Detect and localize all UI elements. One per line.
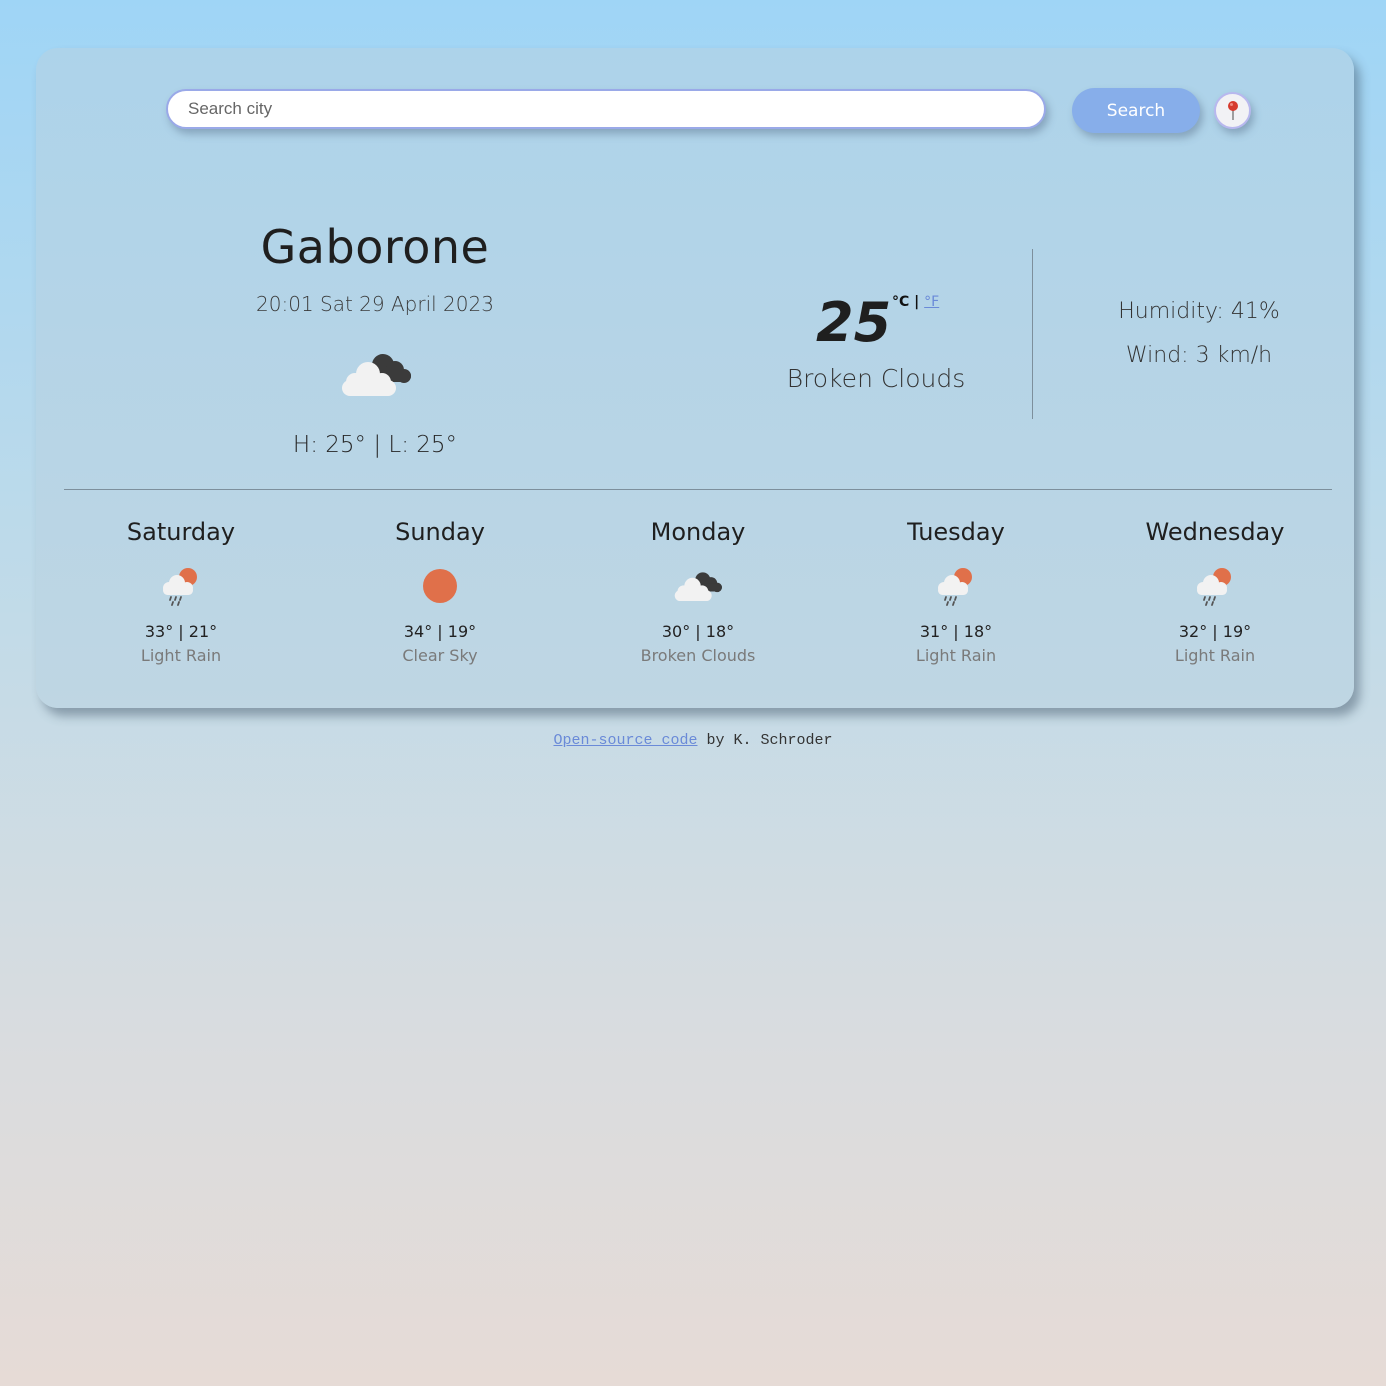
forecast-day-name: Wednesday [1145, 518, 1285, 546]
forecast-description: Light Rain [915, 646, 997, 665]
horizontal-divider [64, 489, 1332, 490]
light-rain-icon [1115, 556, 1315, 616]
forecast-temps: 31° | 18° [919, 622, 993, 641]
footer-author: by K. Schroder [697, 732, 833, 749]
search-input[interactable] [166, 89, 1046, 129]
current-location-button[interactable] [1214, 92, 1251, 129]
forecast-description: Light Rain [1174, 646, 1256, 665]
forecast-day: Monday 30° | 18° Broken Clouds [598, 518, 798, 665]
broken-clouds-icon [598, 556, 798, 616]
forecast-day-name: Saturday [126, 518, 236, 546]
unit-toggle: °C | °F [892, 294, 939, 310]
forecast-day: Saturday 33° | 21° Light Rain [81, 518, 281, 665]
weather-card: Search Gaborone 20:01 Sat 29 April 2023 [36, 48, 1354, 708]
map-pin-icon [1228, 101, 1238, 120]
forecast-day: Tuesday 31° | 18° Light Rain [856, 518, 1056, 665]
wind: Wind: 3 km/h [1125, 343, 1273, 368]
unit-separator: | [914, 294, 920, 310]
forecast-temps: 33° | 21° [144, 622, 218, 641]
vertical-divider [1032, 249, 1033, 419]
forecast-day: Wednesday 32° | 19° Light Rain [1115, 518, 1315, 665]
forecast-day-name: Tuesday [907, 518, 1005, 546]
current-datetime: 20:01 Sat 29 April 2023 [256, 292, 494, 316]
forecast-description: Clear Sky [402, 646, 478, 665]
light-rain-icon [81, 556, 281, 616]
forecast-description: Light Rain [140, 646, 222, 665]
sun-icon [340, 556, 540, 616]
humidity: Humidity: 41% [1118, 299, 1280, 324]
forecast-day-name: Sunday [395, 518, 485, 546]
broken-clouds-icon [338, 348, 414, 404]
forecast-day: Sunday 34° | 19° Clear Sky [340, 518, 540, 665]
light-rain-icon [856, 556, 1056, 616]
forecast-description: Broken Clouds [640, 646, 756, 665]
forecast-temps: 32° | 19° [1178, 622, 1252, 641]
current-temperature: 25 [816, 291, 892, 354]
search-button[interactable]: Search [1072, 88, 1200, 133]
city-name: Gaborone [260, 220, 490, 274]
footer: Open-source code by K. Schroder [0, 732, 1386, 749]
unit-celsius: °C [892, 294, 910, 310]
forecast-day-name: Monday [650, 518, 746, 546]
unit-fahrenheit-link[interactable]: °F [924, 294, 939, 310]
forecast-temps: 34° | 19° [403, 622, 477, 641]
high-low-temperature: H: 25° | L: 25° [292, 432, 458, 458]
current-condition: Broken Clouds [786, 364, 966, 393]
source-code-link[interactable]: Open-source code [553, 732, 697, 749]
forecast-temps: 30° | 18° [661, 622, 735, 641]
